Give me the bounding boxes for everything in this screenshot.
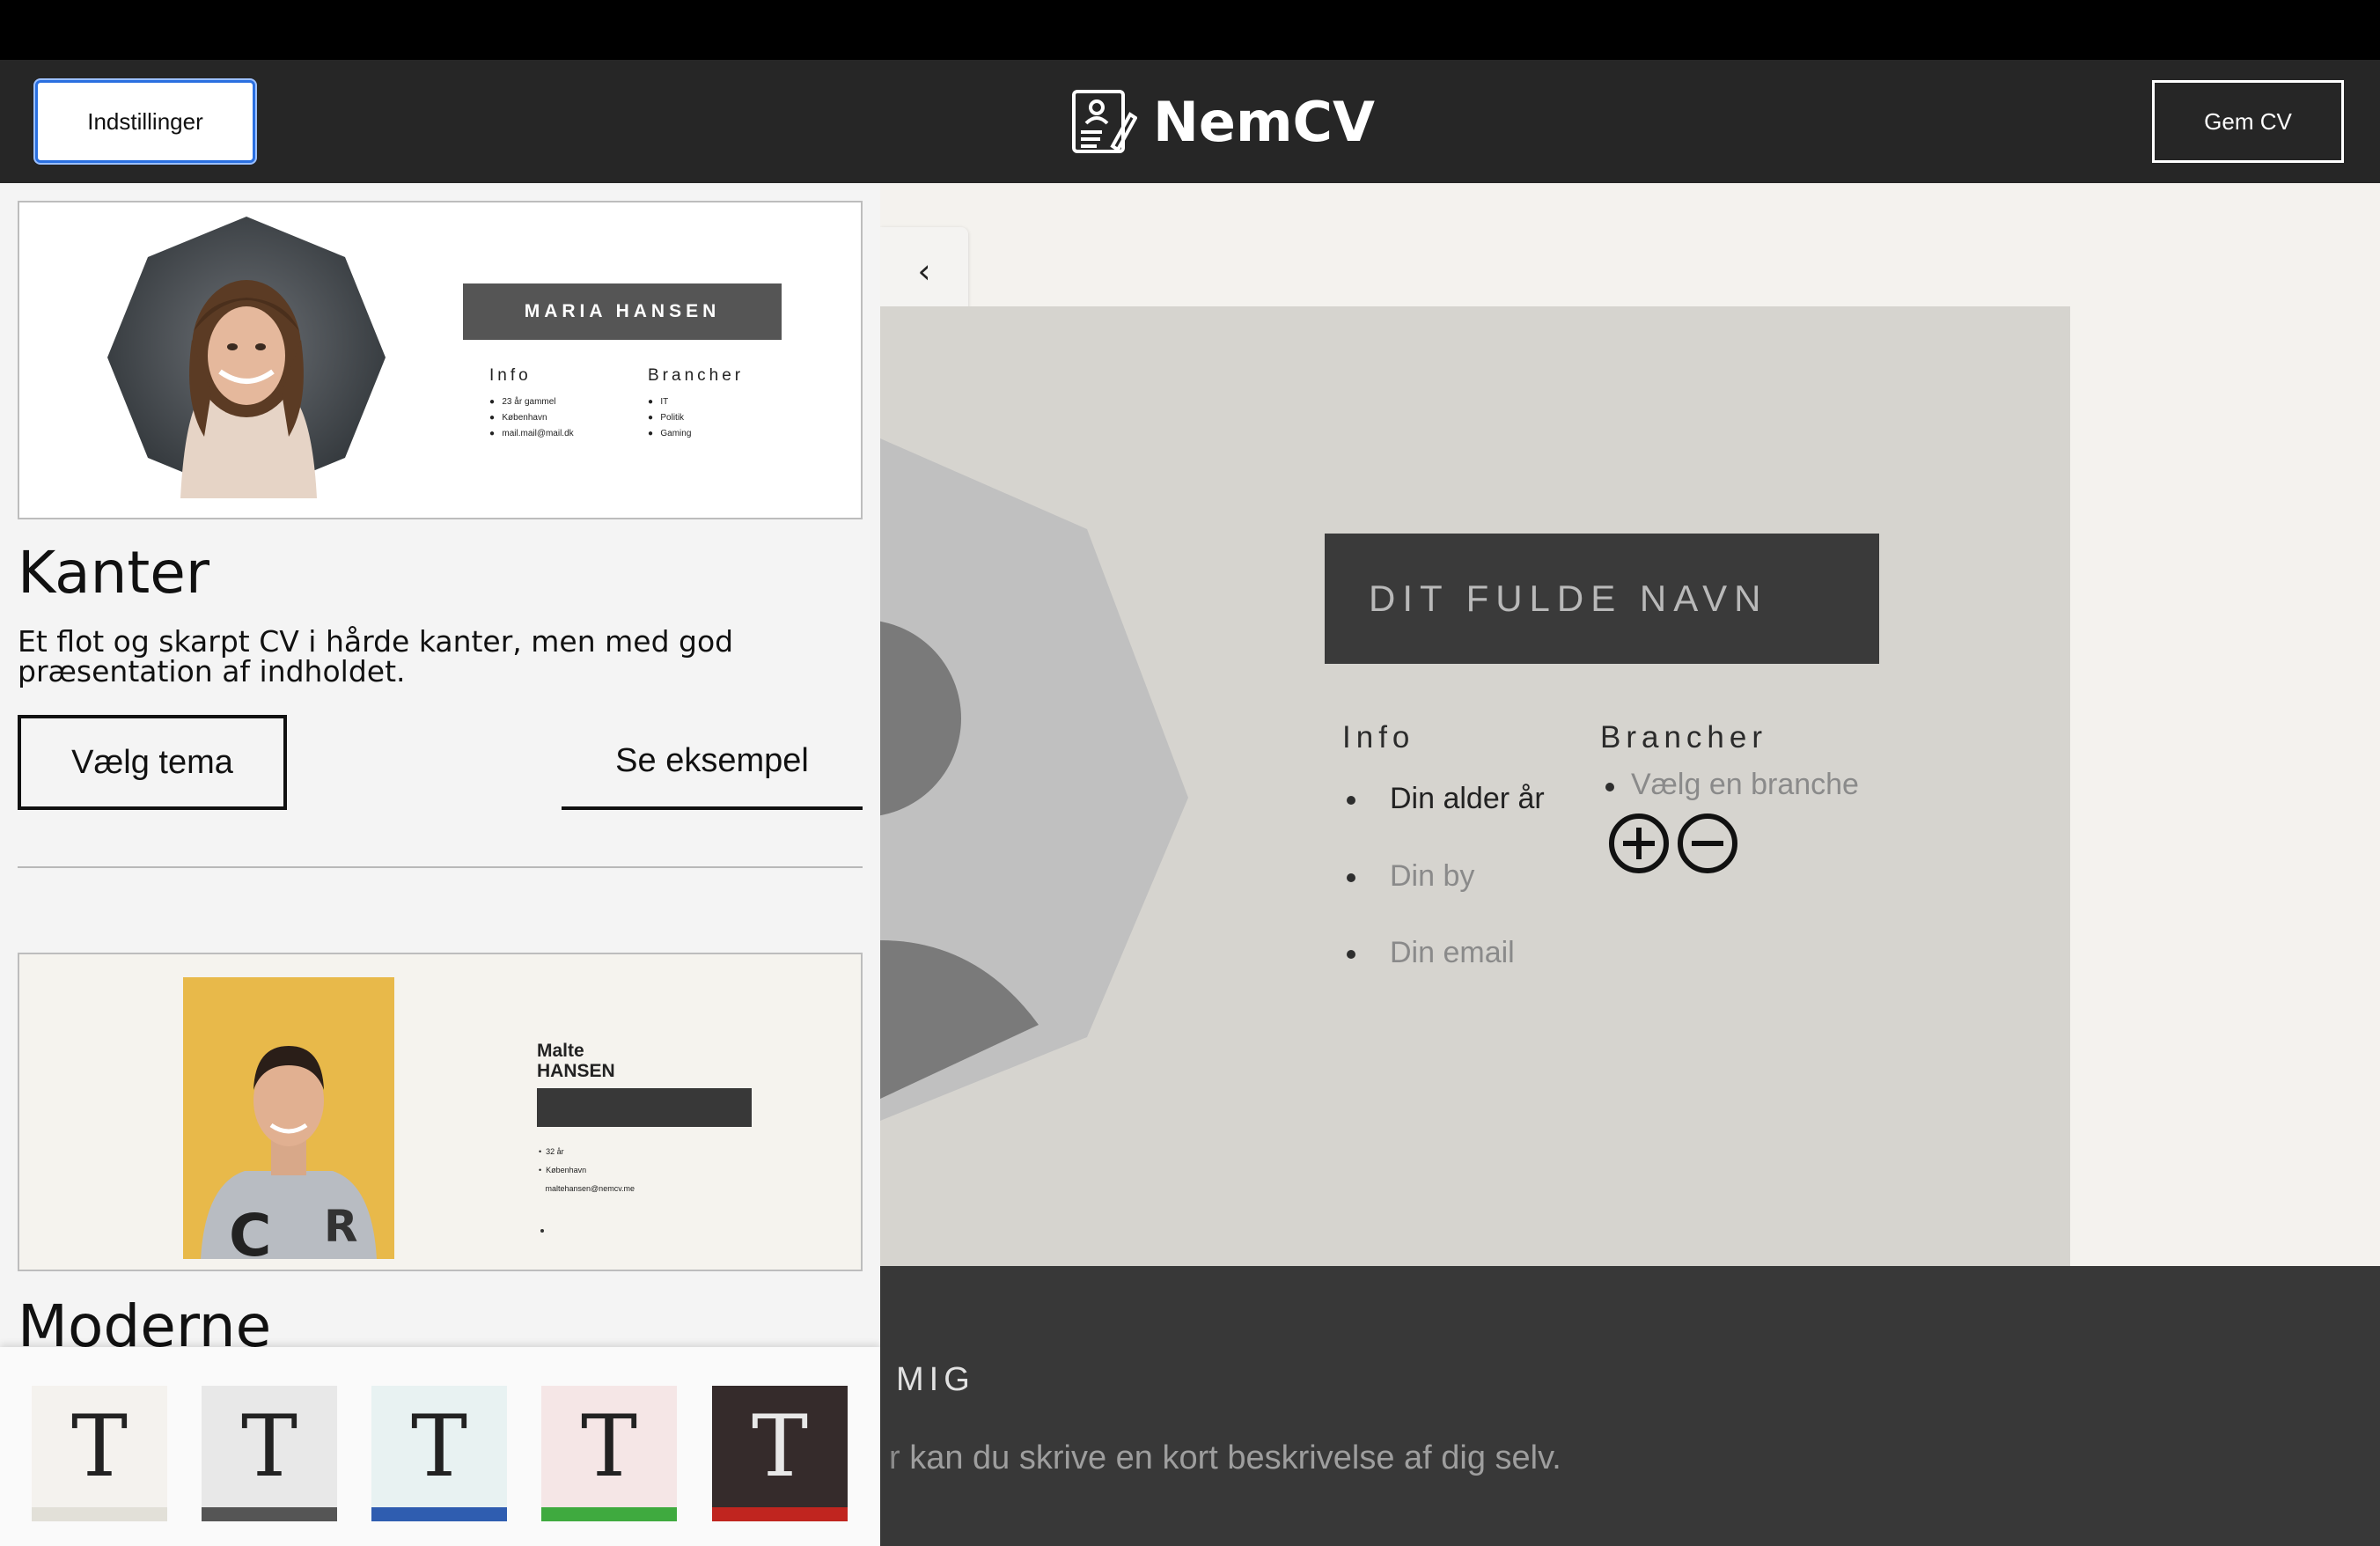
- preview-moderne-dot: [540, 1229, 544, 1233]
- swatch-letter: T: [751, 1397, 809, 1496]
- preview-moderne-list: • 32 år • København maltehansen@nemcv.me: [539, 1147, 635, 1193]
- moderne-preview-photo: C R: [183, 977, 394, 1259]
- top-black-bar: [0, 0, 2380, 60]
- svg-text:R: R: [324, 1201, 358, 1252]
- preview-info-item: København: [502, 413, 547, 423]
- full-name-field[interactable]: DIT FULDE NAVN: [1325, 534, 1879, 664]
- bullet-dot: [1605, 783, 1614, 791]
- chevron-left-icon: ‹: [917, 252, 931, 291]
- preview-branches-heading: Brancher: [648, 366, 745, 385]
- preview-info-list: ● 23 år gammel ● København ● mail.mail@m…: [489, 397, 574, 438]
- swatch-letter: T: [410, 1397, 468, 1496]
- preview-branches-list: ● IT ● Politik ● Gaming: [648, 397, 692, 438]
- profile-photo-placeholder[interactable]: [880, 306, 1250, 1266]
- color-swatch-5[interactable]: T: [712, 1386, 848, 1521]
- bullet-dot: [1347, 950, 1355, 959]
- swatch-stripe: [541, 1507, 677, 1521]
- theme-preview-moderne[interactable]: C R Malte HANSEN • 32 år • København mal…: [18, 953, 863, 1271]
- app-header: Indstillinger NemCV Gem CV: [0, 60, 2380, 183]
- swatch-stripe: [371, 1507, 507, 1521]
- theme-preview-kanter[interactable]: MARIA HANSEN Info ● 23 år gammel ● Køben…: [18, 201, 863, 519]
- theme-divider: [18, 866, 863, 868]
- color-swatch-3[interactable]: T: [371, 1386, 507, 1521]
- save-cv-button[interactable]: Gem CV: [2152, 80, 2344, 163]
- kanter-preview-photo: [107, 217, 386, 498]
- preview-info-item: 23 år gammel: [502, 397, 556, 407]
- about-heading: MIG: [896, 1361, 975, 1398]
- swatch-stripe: [32, 1507, 167, 1521]
- swatch-stripe: [202, 1507, 337, 1521]
- about-text: kan du skrive en kort beskrivelse af dig…: [909, 1439, 1561, 1476]
- cv-editor-area: ‹ DIT FULDE NAVN Info Din alder år Din b…: [880, 183, 2380, 1546]
- cv-page: DIT FULDE NAVN Info Din alder år Din by …: [880, 306, 2070, 1266]
- preview-branch-item: IT: [660, 397, 669, 407]
- city-field[interactable]: Din by: [1390, 859, 1474, 894]
- preview-name-box: MARIA HANSEN: [463, 283, 782, 340]
- collapse-sidebar-button[interactable]: ‹: [880, 227, 968, 315]
- swatch-stripe: [712, 1507, 848, 1521]
- preview-moderne-item: maltehansen@nemcv.me: [545, 1184, 635, 1193]
- remove-branch-icon[interactable]: [1677, 813, 1738, 874]
- app-logo: NemCV: [1070, 85, 1375, 158]
- info-heading: Info: [1342, 720, 1415, 755]
- theme-sidebar: MARIA HANSEN Info ● 23 år gammel ● Køben…: [0, 183, 880, 1546]
- about-text-field[interactable]: r kan du skrive en kort beskrivelse af d…: [889, 1439, 1561, 1477]
- swatch-letter: T: [240, 1397, 298, 1496]
- bullet-dot: [1347, 796, 1355, 805]
- email-field[interactable]: Din email: [1390, 936, 1515, 970]
- preview-branch-item: Politik: [660, 413, 685, 423]
- color-swatch-2[interactable]: T: [202, 1386, 337, 1521]
- bullet-dot: [1347, 873, 1355, 882]
- preview-moderne-bar: [537, 1088, 752, 1127]
- color-swatch-bar: T T T T T: [0, 1347, 880, 1546]
- branch-select[interactable]: Vælg en branche: [1631, 768, 1859, 802]
- app-title: NemCV: [1153, 89, 1376, 154]
- preview-info-item: mail.mail@mail.dk: [502, 429, 574, 438]
- preview-moderne-item: 32 år: [546, 1147, 564, 1156]
- branches-heading: Brancher: [1600, 720, 1768, 755]
- color-swatch-1[interactable]: T: [32, 1386, 167, 1521]
- swatch-letter: T: [70, 1397, 129, 1496]
- preview-first-name: Malte: [537, 1041, 584, 1061]
- preview-branch-item: Gaming: [660, 429, 692, 438]
- preview-moderne-name: Malte HANSEN: [537, 1041, 615, 1081]
- theme-title-kanter: Kanter: [18, 539, 210, 607]
- choose-theme-button[interactable]: Vælg tema: [18, 715, 287, 810]
- see-example-link[interactable]: Se eksempel: [562, 715, 863, 810]
- age-field[interactable]: Din alder år: [1390, 782, 1545, 816]
- cv-document-icon: [1072, 90, 1137, 153]
- about-section: [880, 1266, 2380, 1546]
- preview-moderne-item: København: [546, 1166, 587, 1174]
- svg-text:C: C: [229, 1202, 271, 1259]
- settings-button[interactable]: Indstillinger: [35, 80, 255, 163]
- swatch-letter: T: [580, 1397, 638, 1496]
- color-swatch-4[interactable]: T: [541, 1386, 677, 1521]
- add-branch-icon[interactable]: [1608, 813, 1670, 874]
- preview-last-name: HANSEN: [537, 1061, 615, 1081]
- theme-description-kanter: Et flot og skarpt CV i hårde kanter, men…: [18, 624, 734, 688]
- preview-info-heading: Info: [489, 366, 532, 385]
